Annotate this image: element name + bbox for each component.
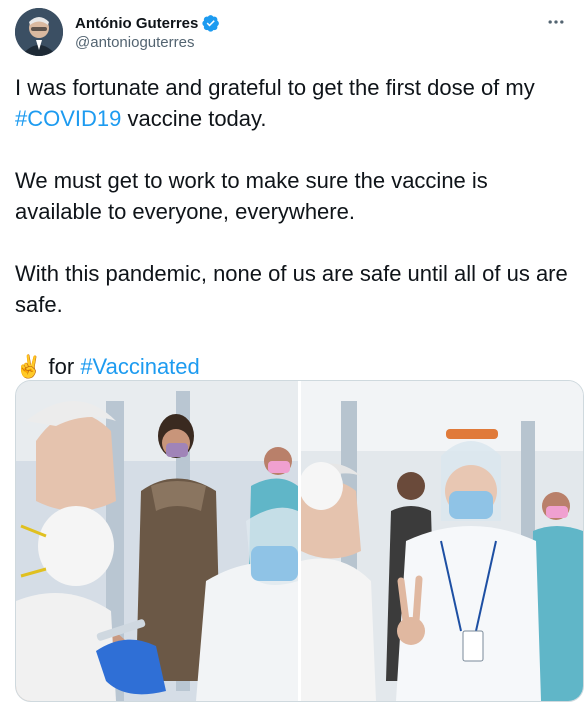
tweet-paragraph-2: We must get to work to make sure the vac…	[15, 168, 488, 224]
more-horizontal-icon	[548, 20, 564, 24]
tweet-paragraph-4: ✌️ for #Vaccinated	[15, 351, 575, 382]
tweet-text: I was fortunate and grateful to get the …	[15, 72, 575, 382]
tweet-header: António Guterres @antonioguterres	[15, 8, 570, 58]
text-segment: for	[42, 354, 81, 379]
text-segment: I was fortunate and grateful to get the …	[15, 75, 535, 100]
verified-badge-icon	[202, 14, 220, 32]
photo-left[interactable]	[16, 381, 298, 701]
text-segment: vaccine today.	[121, 106, 267, 131]
victory-hand-emoji: ✌️	[15, 354, 43, 379]
more-options-button[interactable]	[544, 10, 568, 34]
tweet-media	[15, 380, 584, 702]
tweet-paragraph-1: I was fortunate and grateful to get the …	[15, 72, 575, 134]
tweet-paragraph-3: With this pandemic, none of us are safe …	[15, 261, 568, 317]
avatar[interactable]	[15, 8, 63, 56]
hashtag-covid19-link[interactable]: #COVID19	[15, 106, 121, 131]
photo-right[interactable]	[301, 381, 583, 701]
author-name[interactable]: António Guterres	[75, 15, 198, 32]
author-handle[interactable]: @antonioguterres	[75, 34, 194, 51]
hashtag-vaccinated-link[interactable]: #Vaccinated	[80, 354, 199, 379]
